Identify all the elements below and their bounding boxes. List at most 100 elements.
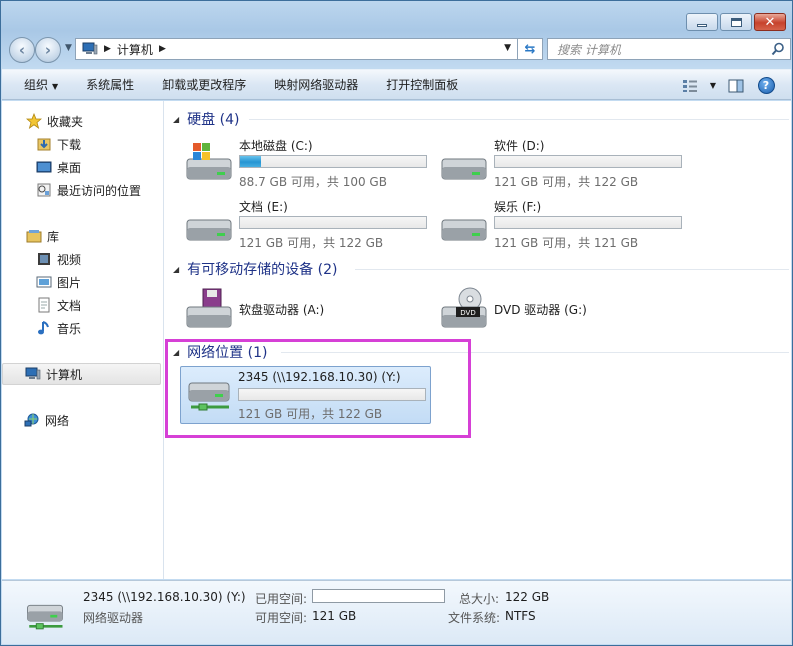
- sidebar-item-label: 视频: [57, 252, 82, 267]
- drive-usage-bar: [239, 216, 427, 229]
- video-library-icon: [36, 251, 52, 267]
- breadcrumb-separator-icon[interactable]: ▶: [104, 44, 111, 54]
- sidebar-item-label: 收藏夹: [47, 114, 84, 129]
- drive-a[interactable]: 软盘驱动器 (A:): [183, 285, 427, 341]
- collapse-triangle-icon: ◢: [173, 264, 180, 274]
- sidebar-item-downloads[interactable]: 下载: [2, 133, 162, 155]
- details-used-label: 已用空间:: [255, 592, 308, 606]
- collapse-triangle-icon: ◢: [173, 114, 180, 124]
- sidebar-item-label: 图片: [57, 275, 82, 290]
- address-dropdown-icon[interactable]: ▼: [504, 43, 511, 53]
- organize-label: 组织: [24, 78, 49, 92]
- address-bar[interactable]: ▶ 计算机 ▶ ▼: [75, 38, 518, 60]
- preview-pane-button[interactable]: [721, 76, 751, 96]
- map-network-drive-button[interactable]: 映射网络驱动器: [260, 76, 372, 93]
- sidebar-item-computer[interactable]: 计算机: [2, 363, 161, 385]
- music-library-icon: [36, 320, 52, 336]
- sidebar-item-label: 音乐: [57, 321, 82, 336]
- drive-name: 软件 (D:): [494, 139, 545, 153]
- search-input[interactable]: 搜索 计算机: [547, 38, 791, 60]
- navigation-pane: 收藏夹 下载 桌面 最近访问的位置 库 视频 图片 文档 音乐 计算机 网络: [2, 101, 164, 579]
- sidebar-item-favorites[interactable]: 收藏夹: [2, 110, 162, 132]
- help-button[interactable]: ?: [751, 76, 781, 96]
- sidebar-item-music[interactable]: 音乐: [2, 317, 162, 339]
- sidebar-item-label: 最近访问的位置: [57, 183, 142, 198]
- drive-name: 娱乐 (F:): [494, 200, 542, 214]
- sidebar-item-label: 文档: [57, 298, 82, 313]
- forward-button[interactable]: ›: [35, 37, 61, 63]
- explorer-window: ✕ ‹ › ▼ ▶ 计算机 ▶ ▼ ⇆ 搜索 计算机 组织 ▼ 系统属性 卸载或…: [0, 0, 793, 646]
- forward-icon: ›: [44, 41, 52, 59]
- network-icon: [24, 412, 40, 428]
- sidebar-item-label: 桌面: [57, 160, 82, 175]
- drive-usage-bar: [494, 216, 682, 229]
- drive-usage-bar: [239, 155, 427, 168]
- group-header-removable[interactable]: ◢ 有可移动存储的设备 (2): [173, 259, 337, 279]
- open-control-panel-button[interactable]: 打开控制面板: [372, 76, 472, 93]
- drive-name: 文档 (E:): [239, 200, 288, 214]
- preview-pane-icon: [728, 79, 744, 92]
- group-header-hdd[interactable]: ◢ 硬盘 (4): [173, 109, 239, 129]
- search-icon[interactable]: [771, 42, 785, 56]
- recent-pages-dropdown[interactable]: ▼: [65, 43, 72, 53]
- sidebar-item-libraries[interactable]: 库: [2, 225, 162, 247]
- computer-icon: [82, 42, 98, 55]
- drive-space-info: 121 GB 可用，共 122 GB: [239, 236, 384, 250]
- view-options-icon: [683, 79, 697, 92]
- uninstall-program-button[interactable]: 卸载或更改程序: [148, 76, 260, 93]
- sidebar-item-documents[interactable]: 文档: [2, 294, 162, 316]
- drive-space-info: 121 GB 可用，共 121 GB: [494, 236, 639, 250]
- breadcrumb-chevron-icon[interactable]: ▶: [159, 44, 166, 54]
- refresh-button[interactable]: ⇆: [518, 38, 543, 60]
- toolbar-right: ▼ ?: [675, 70, 791, 101]
- drive-g[interactable]: DVD DVD 驱动器 (G:): [438, 285, 682, 341]
- minimize-button[interactable]: [686, 13, 718, 31]
- details-fs-label: 文件系统:: [448, 611, 501, 625]
- maximize-icon: [730, 17, 742, 27]
- minimize-icon: [697, 23, 707, 27]
- picture-library-icon: [36, 274, 52, 290]
- group-title: 硬盘 (4): [187, 112, 240, 128]
- back-button[interactable]: ‹: [9, 37, 35, 63]
- drive-name: DVD 驱动器 (G:): [494, 303, 587, 317]
- sidebar-item-label: 下载: [57, 137, 82, 152]
- dvd-drive-icon: DVD: [441, 287, 487, 328]
- computer-icon: [25, 366, 41, 382]
- change-view-button[interactable]: [675, 76, 705, 96]
- floppy-drive-icon: [186, 288, 232, 328]
- drive-d[interactable]: 软件 (D:) 121 GB 可用，共 122 GB: [438, 137, 682, 193]
- drive-name: 软盘驱动器 (A:): [239, 303, 325, 317]
- details-drive-name: 2345 (\\192.168.10.30) (Y:): [83, 590, 246, 604]
- details-pane: 2345 (\\192.168.10.30) (Y:) 网络驱动器 已用空间: …: [2, 580, 791, 644]
- drive-c[interactable]: 本地磁盘 (C:) 88.7 GB 可用，共 100 GB: [183, 137, 427, 193]
- drive-f[interactable]: 娱乐 (F:) 121 GB 可用，共 121 GB: [438, 198, 682, 254]
- breadcrumb-computer[interactable]: 计算机: [117, 41, 153, 58]
- library-icon: [26, 228, 42, 244]
- desktop-icon: [36, 159, 52, 175]
- sidebar-item-label: 计算机: [46, 367, 83, 382]
- sidebar-item-desktop[interactable]: 桌面: [2, 156, 162, 178]
- view-dropdown-icon[interactable]: ▼: [705, 76, 721, 96]
- sidebar-item-videos[interactable]: 视频: [2, 248, 162, 270]
- star-icon: [26, 113, 42, 129]
- sidebar-item-pictures[interactable]: 图片: [2, 271, 162, 293]
- sidebar-item-recent[interactable]: 最近访问的位置: [2, 179, 162, 201]
- hard-drive-icon: [441, 219, 487, 241]
- maximize-button[interactable]: [720, 13, 752, 31]
- sidebar-item-network[interactable]: 网络: [2, 409, 162, 431]
- details-usage-bar: [312, 589, 445, 603]
- svg-text:DVD: DVD: [460, 309, 475, 317]
- details-total-label: 总大小:: [459, 592, 500, 606]
- close-button[interactable]: ✕: [754, 13, 786, 31]
- details-fs-value: NTFS: [505, 609, 536, 623]
- drive-usage-bar: [494, 155, 682, 168]
- back-icon: ‹: [18, 41, 26, 59]
- hard-drive-icon: [441, 158, 487, 180]
- downloads-folder-icon: [36, 136, 52, 152]
- chevron-down-icon: ▼: [52, 82, 59, 91]
- drive-space-info: 88.7 GB 可用，共 100 GB: [239, 175, 387, 189]
- details-free-value: 121 GB: [312, 609, 357, 623]
- drive-e[interactable]: 文档 (E:) 121 GB 可用，共 122 GB: [183, 198, 427, 254]
- organize-menu[interactable]: 组织 ▼: [2, 76, 72, 93]
- system-properties-button[interactable]: 系统属性: [72, 76, 148, 93]
